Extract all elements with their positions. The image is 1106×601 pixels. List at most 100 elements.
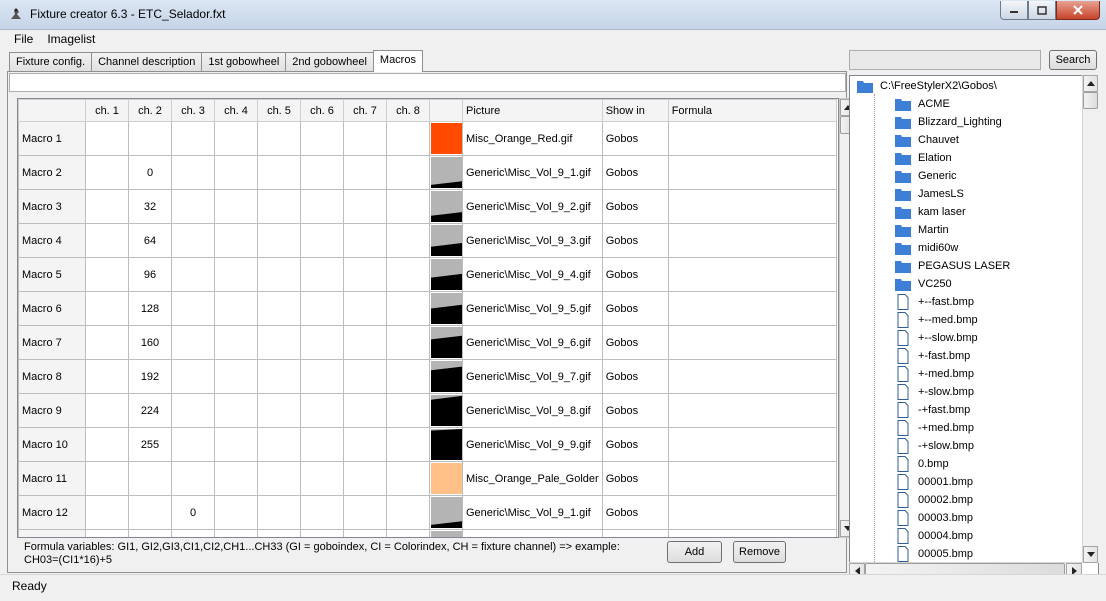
channel-value-cell[interactable] [85, 495, 129, 530]
channel-value-cell[interactable] [343, 461, 387, 496]
channel-value-cell[interactable] [300, 359, 344, 394]
channel-value-cell[interactable] [214, 291, 258, 326]
picture-filename-cell[interactable]: Generic\Misc_Vol_9_1.gif [462, 155, 603, 190]
tree-scroll-up-button[interactable] [1083, 75, 1098, 92]
tree-file-item[interactable]: +-fast.bmp [894, 347, 970, 365]
tree-folder-item[interactable]: PEGASUS LASER [894, 257, 1010, 275]
channel-value-cell[interactable]: 255 [128, 427, 172, 462]
table-row[interactable]: Macro 3 32 Generic\Misc_Vol_9_2.gif Gobos [18, 189, 837, 224]
picture-thumbnail-cell[interactable] [429, 155, 463, 190]
tree-folder-item[interactable]: ACME [894, 95, 950, 113]
picture-thumbnail-cell[interactable] [429, 359, 463, 394]
channel-value-cell[interactable] [128, 121, 172, 156]
tree-folder-item[interactable]: Blizzard_Lighting [894, 113, 1002, 131]
channel-value-cell[interactable] [171, 461, 215, 496]
macro-name-cell[interactable]: Macro 12 [18, 495, 86, 530]
channel-value-cell[interactable] [300, 325, 344, 360]
channel-value-cell[interactable] [300, 461, 344, 496]
macro-name-cell[interactable]: Macro 13 [18, 529, 86, 537]
channel-value-cell[interactable] [214, 529, 258, 537]
tree-file-item[interactable]: -+slow.bmp [894, 437, 974, 455]
tree-vertical-scrollbar[interactable] [1082, 75, 1099, 563]
macro-name-cell[interactable]: Macro 4 [18, 223, 86, 258]
picture-filename-cell[interactable]: Generic\Misc_Vol_9_6.gif [462, 325, 603, 360]
table-row[interactable]: Macro 10 255 Generic\Misc_Vol_9_9.gif Gobos [18, 427, 837, 462]
channel-value-cell[interactable] [257, 257, 301, 292]
add-button[interactable]: Add [667, 541, 722, 563]
tab-fixture-config[interactable]: Fixture config. [9, 52, 93, 72]
channel-value-cell[interactable]: 96 [128, 257, 172, 292]
tree-file-item[interactable]: +--fast.bmp [894, 293, 974, 311]
tree-file-item[interactable]: +-slow.bmp [894, 383, 974, 401]
channel-value-cell[interactable]: 64 [128, 223, 172, 258]
channel-value-cell[interactable] [343, 427, 387, 462]
channel-value-cell[interactable] [300, 155, 344, 190]
picture-filename-cell[interactable]: Misc_Orange_Red.gif [462, 121, 603, 156]
tree-folder-item[interactable]: Chauvet [894, 131, 959, 149]
channel-value-cell[interactable] [171, 427, 215, 462]
menu-file[interactable]: File [7, 30, 40, 48]
channel-value-cell[interactable] [214, 257, 258, 292]
channel-value-cell[interactable]: 0 [171, 495, 215, 530]
formula-cell[interactable] [667, 155, 837, 190]
table-row[interactable]: Macro 7 160 Generic\Misc_Vol_9_6.gif Gobos [18, 325, 837, 360]
tree-file-item[interactable]: 00005.bmp [894, 545, 973, 563]
show-in-cell[interactable]: Gobos [601, 257, 669, 292]
picture-filename-cell[interactable]: Generic\Misc_Vol_9_1.gif [462, 495, 603, 530]
channel-value-cell[interactable] [257, 121, 301, 156]
picture-thumbnail-cell[interactable] [429, 427, 463, 462]
channel-value-cell[interactable] [386, 121, 430, 156]
show-in-cell[interactable]: Gobos [601, 359, 669, 394]
formula-cell[interactable] [667, 393, 837, 428]
search-input[interactable] [849, 50, 1041, 70]
show-in-cell[interactable]: Gobos [601, 223, 669, 258]
channel-value-cell[interactable]: 192 [128, 359, 172, 394]
table-row[interactable]: Macro 13 32 Generic\Misc_Vol_9_2.gifGobos [18, 529, 837, 537]
channel-value-cell[interactable] [257, 393, 301, 428]
grid-column-header[interactable]: Show in [601, 99, 669, 122]
channel-value-cell[interactable] [300, 427, 344, 462]
channel-value-cell[interactable] [343, 495, 387, 530]
show-in-cell[interactable]: Gobos [601, 393, 669, 428]
channel-value-cell[interactable] [300, 291, 344, 326]
table-row[interactable]: Macro 4 64 Generic\Misc_Vol_9_3.gif Gobos [18, 223, 837, 258]
formula-cell[interactable] [667, 257, 837, 292]
picture-thumbnail-cell[interactable] [429, 291, 463, 326]
channel-value-cell[interactable]: 32 [128, 189, 172, 224]
channel-value-cell[interactable] [85, 121, 129, 156]
channel-value-cell[interactable] [386, 257, 430, 292]
channel-value-cell[interactable] [128, 495, 172, 530]
channel-value-cell[interactable] [85, 325, 129, 360]
show-in-cell[interactable]: Gobos [601, 427, 669, 462]
picture-thumbnail-cell[interactable] [429, 325, 463, 360]
show-in-cell[interactable]: Gobos [601, 529, 669, 537]
search-button[interactable]: Search [1049, 50, 1097, 70]
macro-name-cell[interactable]: Macro 2 [18, 155, 86, 190]
remove-button[interactable]: Remove [733, 541, 786, 563]
macro-name-cell[interactable]: Macro 8 [18, 359, 86, 394]
channel-value-cell[interactable] [386, 325, 430, 360]
grid-column-header[interactable]: Picture [462, 99, 603, 122]
tree-file-item[interactable]: 00001.bmp [894, 473, 973, 491]
channel-value-cell[interactable] [386, 529, 430, 537]
channel-value-cell[interactable] [386, 189, 430, 224]
macro-name-cell[interactable]: Macro 6 [18, 291, 86, 326]
channel-value-cell[interactable] [343, 529, 387, 537]
channel-value-cell[interactable] [300, 189, 344, 224]
picture-thumbnail-cell[interactable] [429, 189, 463, 224]
channel-value-cell[interactable] [257, 325, 301, 360]
table-row[interactable]: Macro 12 0 Generic\Misc_Vol_9_1.gif Gobos [18, 495, 837, 530]
tab-macros[interactable]: Macros [372, 50, 423, 72]
channel-value-cell[interactable] [85, 461, 129, 496]
table-row[interactable]: Macro 6 128 Generic\Misc_Vol_9_5.gif Gobos [18, 291, 837, 326]
channel-value-cell[interactable] [386, 359, 430, 394]
channel-value-cell[interactable] [300, 121, 344, 156]
macro-name-cell[interactable]: Macro 3 [18, 189, 86, 224]
channel-value-cell[interactable] [386, 223, 430, 258]
tree-scroll-thumb[interactable] [1083, 92, 1098, 109]
tree-folder-item[interactable]: Generic [894, 167, 957, 185]
maximize-button[interactable] [1028, 1, 1056, 20]
picture-thumbnail-cell[interactable] [429, 257, 463, 292]
formula-cell[interactable] [667, 529, 837, 537]
channel-value-cell[interactable] [343, 223, 387, 258]
